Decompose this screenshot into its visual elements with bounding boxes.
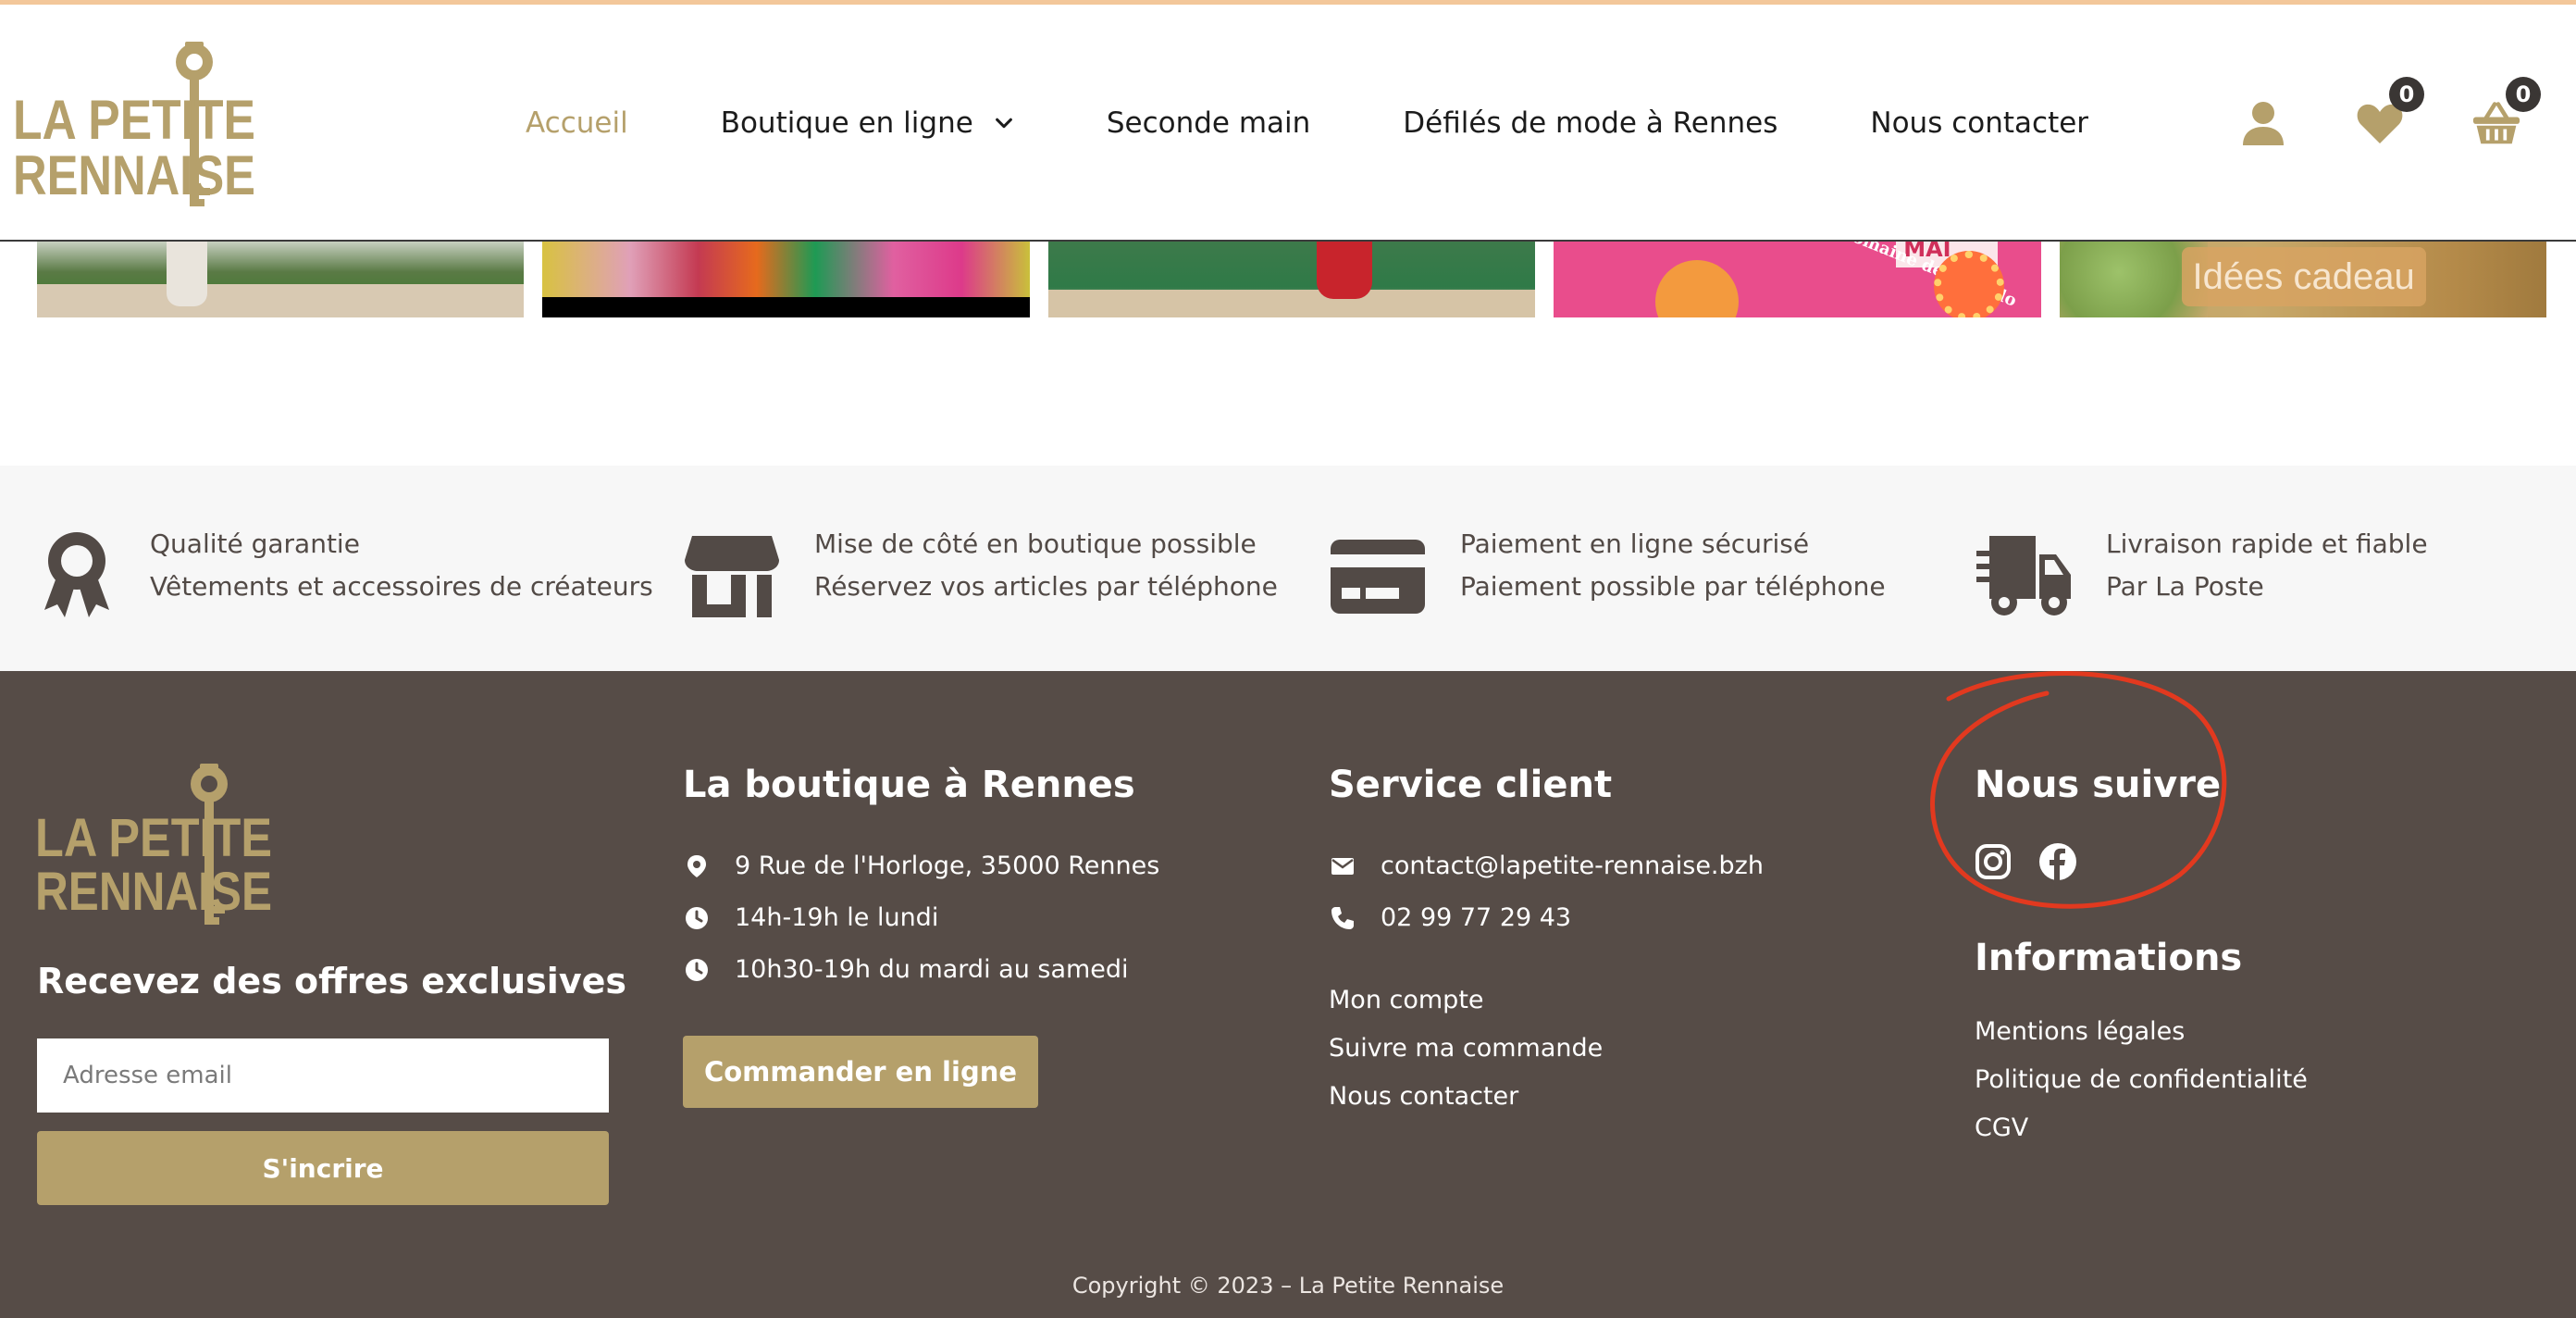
instagram-link[interactable] (1974, 842, 2012, 881)
newsletter-title: Recevez des offres exclusives (37, 961, 626, 1001)
order-online-button[interactable]: Commander en ligne (683, 1036, 1038, 1108)
nav-item-boutique-en-ligne[interactable]: Boutique en ligne (721, 106, 1014, 140)
clock-icon (685, 906, 709, 930)
phone-text: 02 99 77 29 43 (1381, 903, 1572, 932)
facebook-icon (2039, 843, 2076, 880)
user-icon (2243, 102, 2284, 145)
shop-column-title: La boutique à Rennes (683, 764, 1135, 806)
link-suivre-commande[interactable]: Suivre ma commande (1329, 1034, 1603, 1063)
nav-label: Boutique en ligne (720, 106, 973, 140)
feature-subtitle: Vêtements et accessoires de créateurs (150, 571, 653, 602)
link-mon-compte[interactable]: Mon compte (1329, 986, 1484, 1014)
link-politique-confidentialite[interactable]: Politique de confidentialité (1975, 1065, 2308, 1094)
copyright-text: Copyright © 2023 – La Petite Rennaise (1071, 1273, 1505, 1299)
nav-label: Seconde main (1106, 106, 1311, 140)
nav-item-nous-contacter[interactable]: Nous contacter (1870, 106, 2088, 140)
shop-hours-monday: 14h-19h le lundi (685, 903, 938, 932)
gallery-image-runway-red-shoes[interactable] (1047, 242, 1536, 317)
feature-title: Qualité garantie (150, 528, 360, 559)
footer-logo[interactable]: LA PETITE RENNAISE (35, 764, 278, 926)
nav-label: Défilés de mode à Rennes (1403, 106, 1778, 140)
facebook-link[interactable] (2038, 842, 2077, 881)
envelope-icon (1331, 854, 1355, 878)
feature-title: Livraison rapide et fiable (2106, 528, 2428, 559)
logo-line-2: RENNAISE (13, 144, 255, 206)
cart-count-badge: 0 (2506, 77, 2541, 112)
hours-text: 14h-19h le lundi (735, 903, 939, 932)
cart-button[interactable]: 0 (2472, 77, 2541, 147)
gift-ideas-label: Idées cadeau (2181, 247, 2426, 306)
site-footer: LA PETITE RENNAISE Recevez des offres ex… (0, 671, 2576, 1318)
shop-hours-week: 10h30-19h du mardi au samedi (685, 955, 1129, 984)
newsletter-email-input[interactable] (37, 1038, 609, 1113)
site-header: LA PETITE RENNAISE Accueil Boutique en l… (0, 5, 2576, 242)
site-logo[interactable]: LA PETITE RENNAISE (13, 42, 263, 210)
feature-subtitle: Par La Poste (2106, 571, 2264, 602)
feature-text: Livraison rapide et fiable Par La Poste (2106, 523, 2428, 608)
hours-text: 10h30-19h du mardi au samedi (735, 955, 1129, 984)
phone-icon (1331, 906, 1355, 930)
wishlist-button[interactable]: 0 (2356, 77, 2424, 147)
features-band: Qualité garantie Vêtements et accessoire… (0, 466, 2576, 671)
logo-line-1: LA PETITE (13, 89, 255, 151)
account-button[interactable] (2239, 99, 2287, 147)
feature-title: Paiement en ligne sécurisé (1460, 528, 1810, 559)
logo-line-2: RENNAISE (35, 862, 272, 922)
link-mentions-legales[interactable]: Mentions légales (1975, 1017, 2185, 1046)
feature-subtitle: Réservez vos articles par téléphone (814, 571, 1278, 602)
shop-address: 9 Rue de l'Horloge, 35000 Rennes (685, 852, 1159, 880)
gallery-image-runway-grass[interactable] (37, 242, 525, 317)
main-navigation: Accueil Boutique en ligne Seconde main D… (526, 5, 2181, 242)
credit-card-icon (1329, 530, 1427, 619)
chevron-down-icon[interactable] (994, 113, 1014, 133)
feature-title: Mise de côté en boutique possible (814, 528, 1257, 559)
nav-label: Nous contacter (1870, 106, 2089, 140)
wishlist-count-badge: 0 (2389, 77, 2424, 112)
feature-payment: Paiement en ligne sécurisé Paiement poss… (1329, 528, 1886, 619)
gallery-image-colorful-dresses[interactable] (542, 242, 1030, 317)
nav-item-accueil[interactable]: Accueil (526, 106, 628, 140)
nav-label: Accueil (526, 106, 628, 140)
feature-text: Mise de côté en boutique possible Réserv… (814, 523, 1278, 608)
map-pin-icon (685, 854, 709, 878)
email-text: contact@lapetite-rennaise.bzh (1381, 852, 1764, 880)
gallery-image-flyer[interactable]: MAI Au Domaine de Océ Blo (1554, 242, 2041, 317)
clock-icon (685, 958, 709, 982)
gallery-image-gift-ideas[interactable]: Idées cadeau (2059, 242, 2547, 317)
feature-reservation: Mise de côté en boutique possible Réserv… (683, 528, 1278, 619)
instagram-icon (1975, 844, 2011, 879)
award-ribbon-icon (37, 530, 117, 619)
feature-text: Qualité garantie Vêtements et accessoire… (150, 523, 653, 608)
store-icon (683, 530, 781, 619)
link-nous-contacter[interactable]: Nous contacter (1329, 1082, 1518, 1111)
logo-line-1: LA PETITE (35, 808, 272, 868)
address-text: 9 Rue de l'Horloge, 35000 Rennes (735, 852, 1160, 880)
shipping-truck-icon (1975, 530, 2073, 619)
service-phone[interactable]: 02 99 77 29 43 (1331, 903, 1571, 932)
link-cgv[interactable]: CGV (1975, 1113, 2028, 1142)
feature-shipping: Livraison rapide et fiable Par La Poste (1975, 528, 2428, 619)
feature-text: Paiement en ligne sécurisé Paiement poss… (1460, 523, 1886, 608)
image-gallery-strip: MAI Au Domaine de Océ Blo Idées cadeau (37, 242, 2547, 317)
logo-mark: LA PETITE RENNAISE (35, 764, 272, 925)
subscribe-button[interactable]: S'incrire (37, 1131, 609, 1205)
follow-column-title: Nous suivre (1975, 764, 2222, 806)
header-actions: 0 0 (2171, 5, 2541, 242)
feature-subtitle: Paiement possible par téléphone (1460, 571, 1886, 602)
nav-item-seconde-main[interactable]: Seconde main (1107, 106, 1310, 140)
service-email[interactable]: contact@lapetite-rennaise.bzh (1331, 852, 1764, 880)
informations-column-title: Informations (1975, 937, 2243, 979)
feature-quality: Qualité garantie Vêtements et accessoire… (37, 528, 653, 619)
logo-mark: LA PETITE RENNAISE (13, 42, 255, 206)
service-column-title: Service client (1329, 764, 1613, 806)
nav-item-defiles[interactable]: Défilés de mode à Rennes (1403, 106, 1777, 140)
